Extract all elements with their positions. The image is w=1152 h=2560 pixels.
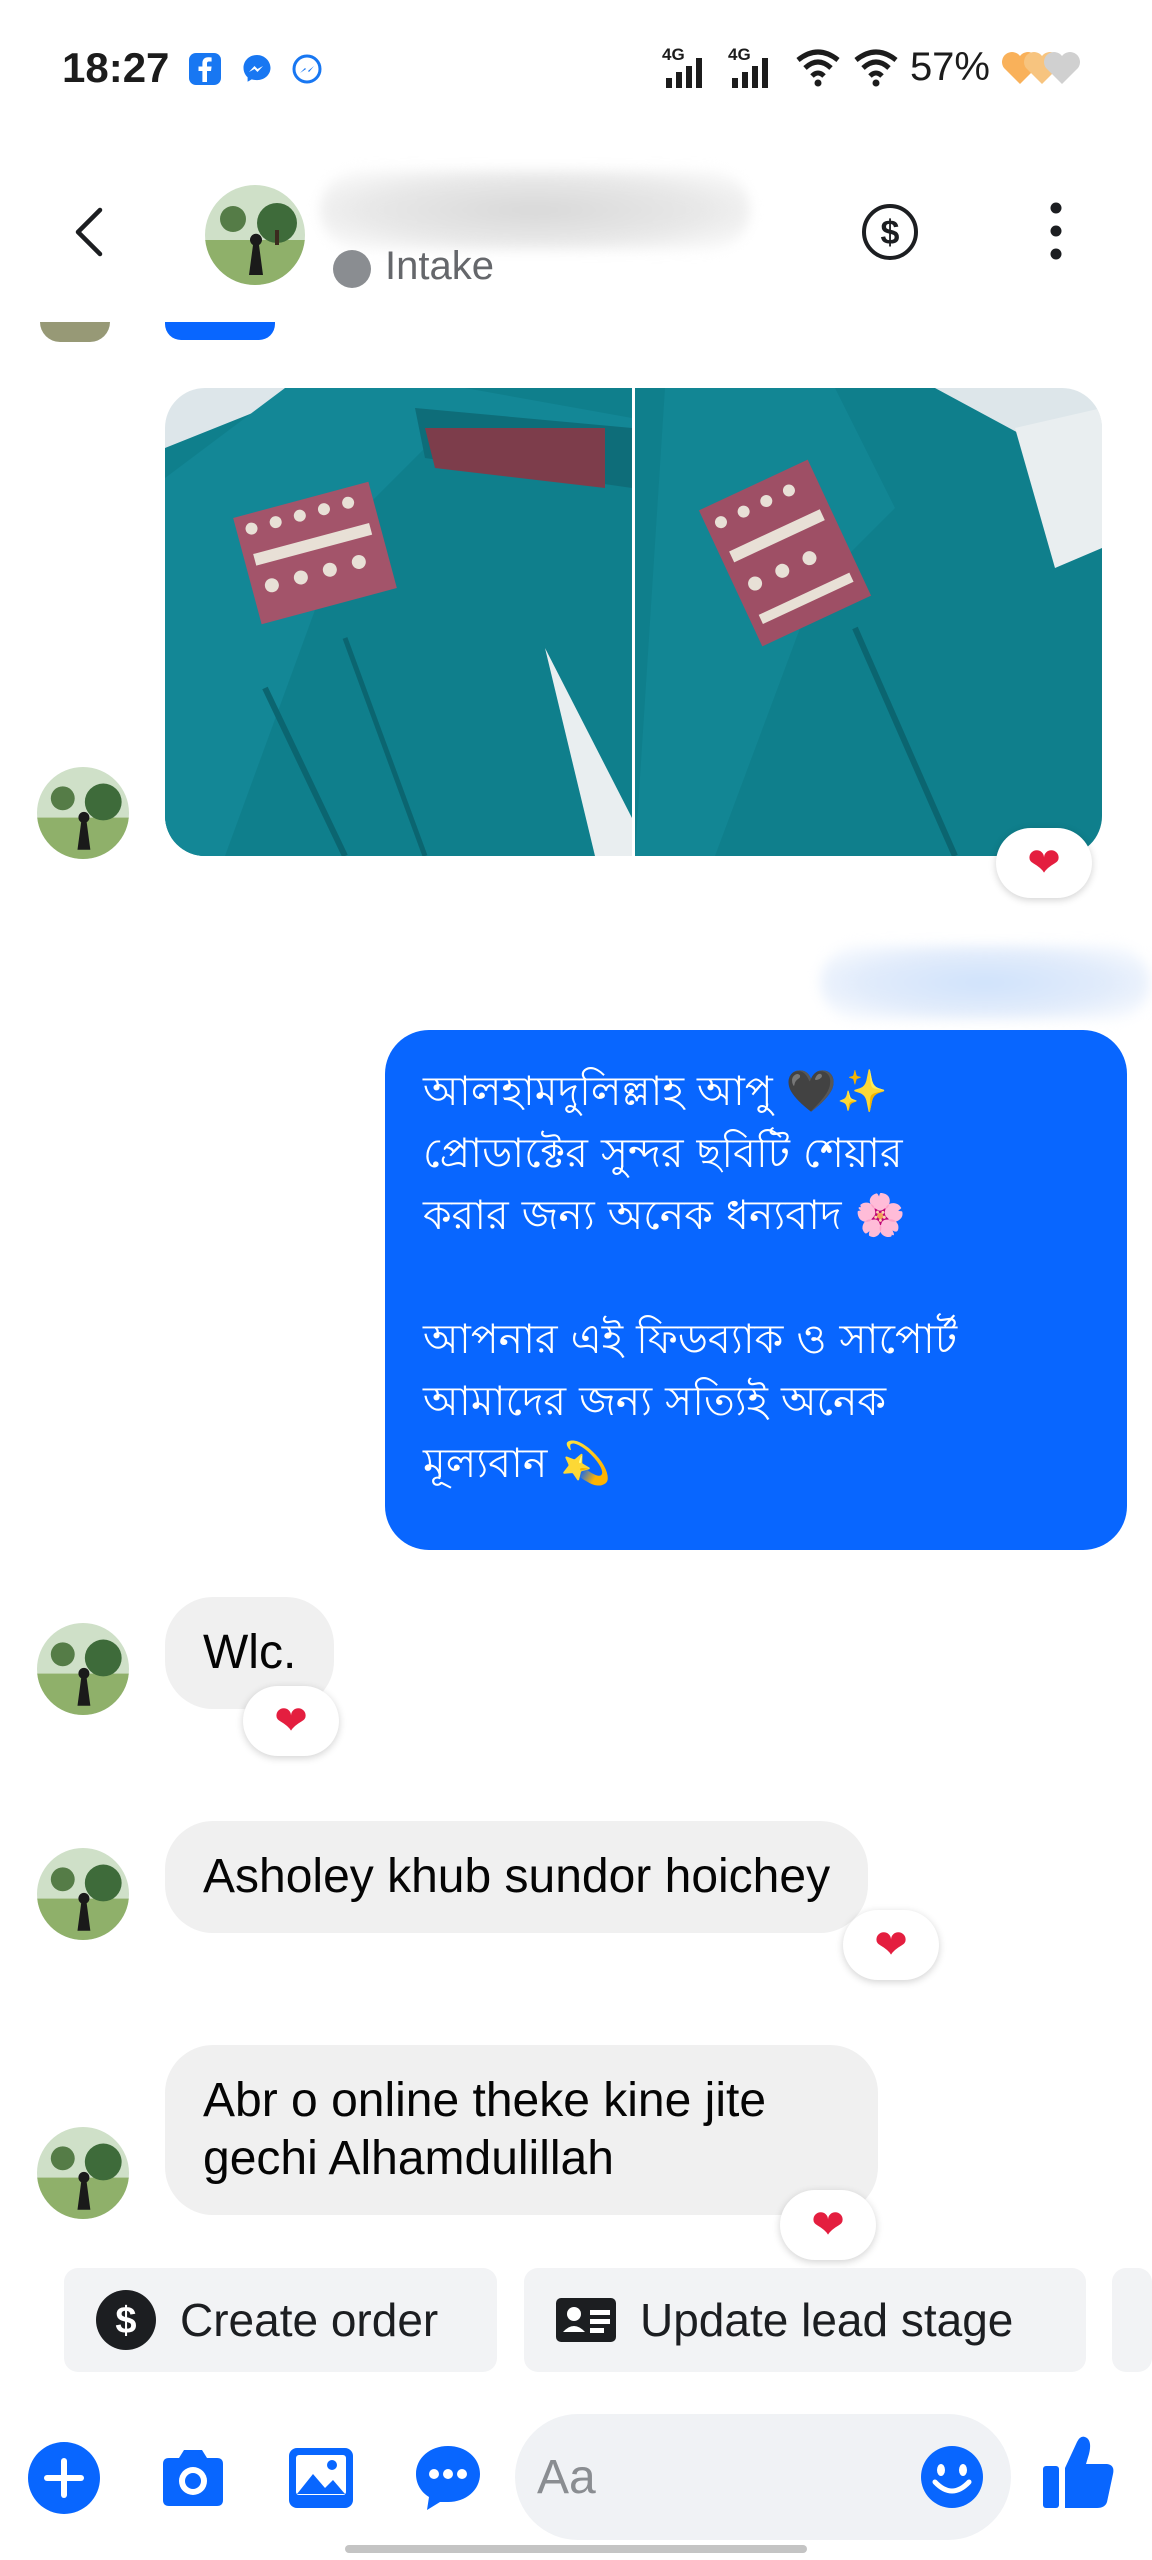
lead-status: Intake — [385, 244, 494, 288]
create-order-button[interactable]: $ Create order — [64, 2268, 497, 2372]
outgoing-line: আপনার এই ফিডব্যাক ও সাপোর্ট — [423, 1315, 958, 1363]
svg-text:4G: 4G — [662, 45, 685, 64]
status-time: 18:27 — [62, 44, 170, 91]
blurred-contact-name — [320, 170, 750, 250]
message-line: Abr o online theke kine jite — [203, 2074, 767, 2127]
heart-battery-icon — [1002, 52, 1080, 84]
heart-icon: ❤ — [811, 2203, 845, 2247]
gallery-icon[interactable] — [283, 2440, 359, 2516]
svg-text:4G: 4G — [728, 45, 751, 64]
message-input[interactable] — [537, 2442, 917, 2512]
status-right: 4G 4G 57% — [662, 44, 1082, 90]
status-dot — [333, 250, 371, 288]
plus-icon[interactable] — [26, 2440, 102, 2516]
dress-photo-2[interactable] — [635, 388, 1102, 856]
heart-reaction[interactable]: ❤ — [243, 1686, 339, 1756]
update-lead-stage-button[interactable]: Update lead stage — [524, 2268, 1086, 2372]
message-text: Wlc. — [203, 1626, 297, 1679]
dollar-icon: $ — [96, 2290, 156, 2350]
wifi-icon — [796, 49, 840, 87]
like-icon[interactable] — [1037, 2432, 1119, 2514]
back-icon[interactable] — [62, 202, 122, 262]
clipped-avatar — [40, 322, 110, 342]
clipped-bubble — [165, 322, 275, 340]
more-actions-chip[interactable] — [1112, 2268, 1152, 2372]
outgoing-line: মূল্যবান 💫 — [423, 1439, 612, 1487]
signal-icon-2: 4G — [728, 45, 768, 88]
battery-percent: 57% — [909, 44, 990, 89]
dollar-icon[interactable]: $ — [860, 202, 920, 262]
outgoing-line: আলহামদুলিল্লাহ আপু 🖤✨ — [423, 1067, 888, 1115]
create-order-label: Create order — [180, 2294, 439, 2346]
messenger-kids-icon — [292, 54, 322, 84]
photo-attachment[interactable] — [165, 388, 1102, 856]
outgoing-message[interactable]: আলহামদুলিল্লাহ আপু 🖤✨ প্রোডাক্টের সুন্দর… — [385, 1030, 1127, 1550]
message-input-container — [515, 2414, 1011, 2540]
message-line: gechi Alhamdulillah — [203, 2132, 614, 2185]
camera-icon[interactable] — [155, 2440, 231, 2516]
dress-photo-1[interactable] — [165, 388, 632, 856]
incoming-message[interactable]: Asholey khub sundor hoichey — [165, 1821, 869, 1933]
emoji-icon[interactable] — [919, 2444, 985, 2510]
sender-avatar[interactable] — [37, 1848, 129, 1940]
contact-avatar[interactable] — [205, 185, 305, 285]
facebook-icon — [189, 53, 221, 85]
messenger-icon — [243, 55, 271, 82]
quick-actions: $ Create order Update lead stage — [0, 2268, 1152, 2378]
sender-avatar[interactable] — [37, 1623, 129, 1715]
heart-reaction[interactable]: ❤ — [780, 2190, 876, 2260]
heart-icon: ❤ — [874, 1923, 908, 1967]
outgoing-line: আমাদের জন্য সত্যিই অনেক — [423, 1377, 887, 1425]
signal-icon: 4G — [662, 45, 702, 88]
chat-bubble-icon[interactable] — [410, 2440, 486, 2516]
svg-text:$: $ — [881, 214, 900, 252]
blurred-sender-name — [820, 945, 1150, 1020]
chat-header: Intake $ — [0, 150, 1152, 320]
update-lead-stage-label: Update lead stage — [640, 2294, 1014, 2346]
message-text: Asholey khub sundor hoichey — [203, 1850, 831, 1903]
more-icon[interactable] — [1040, 198, 1072, 264]
outgoing-spacer — [423, 1246, 1089, 1308]
heart-icon: ❤ — [1027, 841, 1061, 885]
contact-card-icon — [556, 2298, 616, 2342]
composer — [0, 2400, 1152, 2550]
heart-reaction[interactable]: ❤ — [843, 1910, 939, 1980]
outgoing-line: প্রোডাক্টের সুন্দর ছবিটি শেয়ার — [423, 1129, 903, 1177]
home-indicator — [345, 2545, 807, 2553]
sender-avatar[interactable] — [37, 2127, 129, 2219]
sender-avatar[interactable] — [37, 767, 129, 859]
outgoing-line: করার জন্য অনেক ধন্যবাদ 🌸 — [423, 1191, 906, 1239]
status-bar: 18:27 4G 4G 57% — [0, 0, 1152, 140]
svg-text:$: $ — [115, 2300, 136, 2342]
heart-icon: ❤ — [274, 1699, 308, 1743]
heart-reaction[interactable]: ❤ — [996, 828, 1092, 898]
incoming-message[interactable]: Abr o online theke kine jite gechi Alham… — [165, 2045, 878, 2215]
wifi-icon-2 — [854, 49, 898, 87]
